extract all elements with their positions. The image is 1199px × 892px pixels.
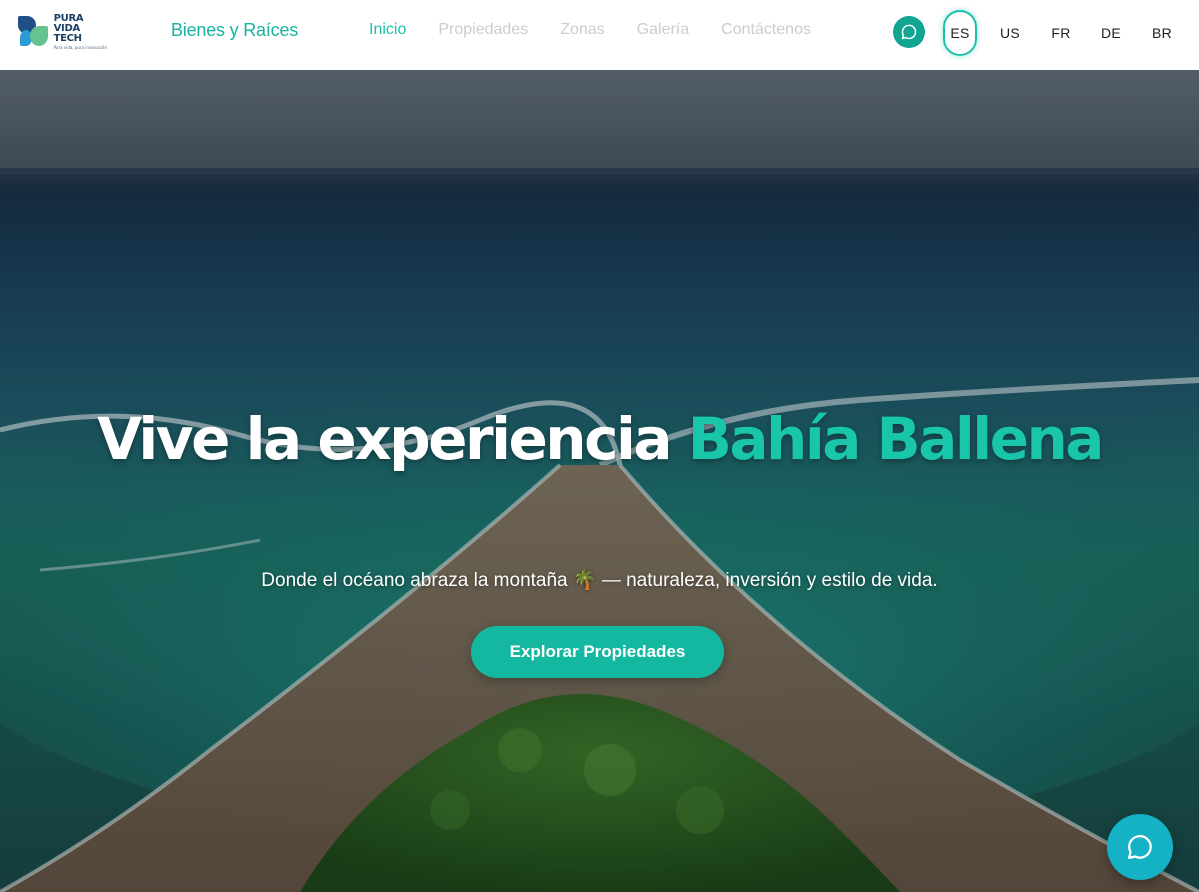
nav-item-propiedades[interactable]: Propiedades <box>438 21 528 39</box>
nav-item-zonas[interactable]: Zonas <box>560 21 604 39</box>
hero-title-accent: Bahía Ballena <box>687 405 1105 473</box>
lang-fr[interactable]: FR <box>1051 25 1070 41</box>
lang-us[interactable]: US <box>1000 25 1020 41</box>
hero-overlay <box>0 70 1199 892</box>
logo-line-2: TECH <box>53 33 82 44</box>
hero-title: Vive la experiencia Bahía Ballena <box>0 402 1199 476</box>
site-header: PURA VIDA TECH Pura vida, pura innovació… <box>0 0 1199 70</box>
logo-text: PURA VIDA TECH Pura vida, pura innovació… <box>54 14 112 50</box>
hero-title-prefix: Vive la experiencia <box>97 405 672 473</box>
explore-properties-button[interactable]: Explorar Propiedades <box>471 626 724 678</box>
whatsapp-button[interactable] <box>893 16 925 48</box>
nav-item-inicio[interactable]: Inicio <box>369 21 406 39</box>
lang-de[interactable]: DE <box>1101 25 1121 41</box>
logo-line-1: PURA VIDA <box>53 13 84 34</box>
brand-title[interactable]: Bienes y Raíces <box>171 20 298 41</box>
nav-item-galeria[interactable]: Galería <box>637 21 689 39</box>
chat-bubble-icon <box>1128 834 1152 859</box>
floating-chat-button[interactable] <box>1107 814 1173 880</box>
lang-br[interactable]: BR <box>1152 25 1172 41</box>
logo-mark-icon <box>18 16 50 48</box>
logo-tagline: Pura vida, pura innovación <box>53 45 108 50</box>
whatsapp-icon <box>901 24 917 40</box>
hero-subtitle: Donde el océano abraza la montaña 🌴 — na… <box>261 570 938 591</box>
logo[interactable]: PURA VIDA TECH Pura vida, pura innovació… <box>18 14 112 50</box>
nav-item-contactenos[interactable]: Contáctenos <box>721 21 811 39</box>
main-nav: Inicio Propiedades Zonas Galería Contáct… <box>369 21 843 39</box>
hero-section: Vive la experiencia Bahía Ballena Donde … <box>0 70 1199 892</box>
lang-es[interactable]: ES <box>943 10 977 56</box>
